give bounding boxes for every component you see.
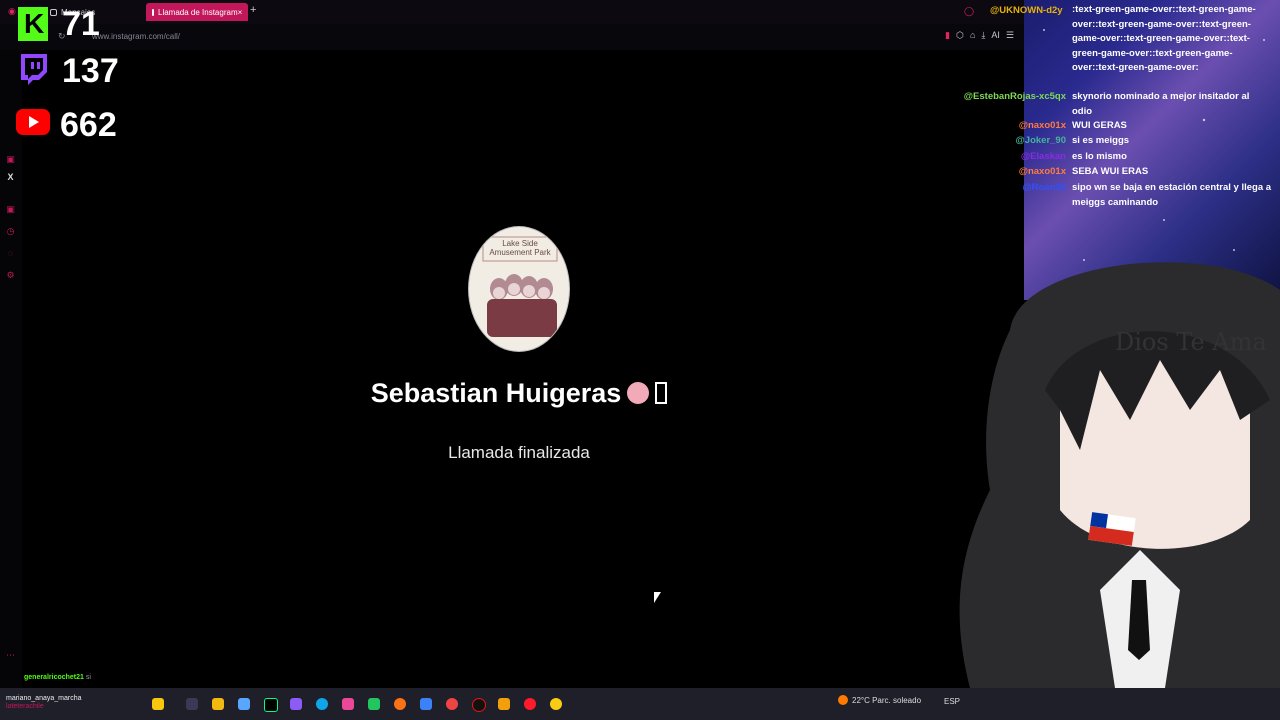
more-icon[interactable]: ⋯ [5, 650, 16, 661]
weather-icon [838, 695, 848, 705]
twitch-sidebar-icon[interactable]: ▣ [5, 154, 16, 165]
app-icon[interactable] [342, 698, 354, 710]
address-bar: ↻ www.instagram.com/call/ ▮ ⬡ ⌂ ⤓ AI ☰ [0, 24, 1024, 50]
caller-name: Sebastian Huigeras [0, 378, 1038, 409]
chat-message: skynorio nominado a mejor insitador al o… [1072, 91, 1250, 117]
youtube-viewer-count: 662 [60, 106, 117, 144]
shield-icon[interactable]: ◯ [964, 6, 974, 17]
vim-icon[interactable] [264, 698, 278, 712]
chat-message: SEBA WUI ERAS [1072, 166, 1149, 177]
brain-emoji-icon [627, 382, 650, 404]
sparkle-icon[interactable] [152, 698, 164, 710]
chat-user: @naxo01x [1018, 120, 1066, 131]
chat-user: @EstebanRojas-xc5qx [963, 91, 1066, 102]
close-icon[interactable]: × [238, 8, 243, 17]
instagram-icon[interactable]: ◉ [8, 6, 16, 17]
instagram-icon[interactable]: ▣ [5, 204, 16, 215]
twitch-logo-icon [21, 54, 47, 85]
chat-message: sipo wn se baja en estación central y ll… [1072, 182, 1272, 208]
app-icon[interactable] [290, 698, 302, 710]
wallet-icon[interactable]: ▮ [945, 30, 950, 41]
chat-message: si es meiggs [1072, 135, 1130, 146]
chat-message: :text-green-game-over::text-green-game-o… [1072, 4, 1256, 73]
taskbar: mariano_anaya_marcha lateterachile [0, 688, 1280, 720]
taskbar-notification[interactable]: mariano_anaya_marcha lateterachile [6, 695, 82, 711]
vscode-icon[interactable] [420, 698, 432, 710]
copilot-icon[interactable] [238, 698, 250, 710]
history-icon[interactable]: ◷ [5, 226, 16, 237]
twitch-viewer-count: 137 [62, 52, 119, 90]
youtube-logo-icon [16, 109, 50, 135]
browser-sidebar: ▣ X ▣ ◷ ◌ ⚙ ⋯ [0, 50, 22, 688]
app-icon[interactable] [368, 698, 380, 710]
caller-avatar: Lake Side Amusement Park [468, 226, 570, 352]
app-icon[interactable] [472, 698, 486, 712]
kick-viewer-count: 71 [62, 5, 100, 43]
app-icon[interactable] [550, 698, 562, 710]
language-indicator[interactable]: ESP [944, 697, 960, 706]
chat-message: es lo mismo [1072, 151, 1127, 162]
task-view-icon[interactable] [186, 698, 198, 710]
extension-icon[interactable]: ⬡ [956, 30, 964, 41]
edge-icon[interactable] [316, 698, 328, 710]
missing-glyph-icon [655, 382, 668, 404]
chat-user: @UKNOWN-d2y [990, 5, 1063, 16]
download-icon[interactable]: ⤓ [981, 30, 985, 41]
headband-text: Dios Te Ama [1115, 328, 1267, 356]
mouse-cursor-icon [654, 592, 661, 603]
chat-user: generalricochet21 [24, 674, 84, 681]
menu-icon[interactable]: ☰ [1006, 30, 1014, 41]
tab-label: Llamada de Instagram [158, 7, 238, 17]
lock-icon[interactable]: ⌂ [970, 30, 975, 41]
browser-toolbar: ▮ ⬡ ⌂ ⤓ AI ☰ [945, 30, 1014, 41]
bottom-chat: generalricochet21 si [24, 674, 91, 681]
weather-widget[interactable]: 22°C Parc. soleado [852, 696, 921, 705]
vtuber-avatar: Dios Te Ama [959, 262, 1280, 688]
chat-message: WUI GERAS [1072, 120, 1127, 131]
x-icon[interactable]: X [5, 172, 16, 183]
bookmark-icon[interactable]: ◌ [5, 248, 16, 259]
app-icon[interactable] [498, 698, 510, 710]
kick-logo-icon: K [18, 7, 48, 41]
url-field[interactable]: www.instagram.com/call/ [92, 32, 180, 41]
new-tab-button[interactable]: + [250, 4, 256, 16]
ai-button[interactable]: AI [991, 30, 1000, 41]
opera-icon[interactable] [524, 698, 536, 710]
file-explorer-icon[interactable] [212, 698, 224, 710]
instagram-icon [152, 8, 154, 16]
chat-user: @Joker_90 [1015, 135, 1066, 146]
tab-llamada[interactable]: Llamada de Instagram × [146, 3, 248, 21]
instagram-icon [50, 8, 57, 16]
settings-icon[interactable]: ⚙ [5, 270, 16, 281]
chat-user: @Roan35 [1022, 182, 1066, 193]
chat-user: @Elaskan [1020, 151, 1066, 162]
firefox-icon[interactable] [394, 698, 406, 710]
chrome-icon[interactable] [446, 698, 458, 710]
browser-tab-bar: ◉ ◉ Mensajes Llamada de Instagram × + ◯ [0, 0, 1024, 24]
chat-user: @naxo01x [1018, 166, 1066, 177]
call-status: Llamada finalizada [448, 443, 590, 462]
